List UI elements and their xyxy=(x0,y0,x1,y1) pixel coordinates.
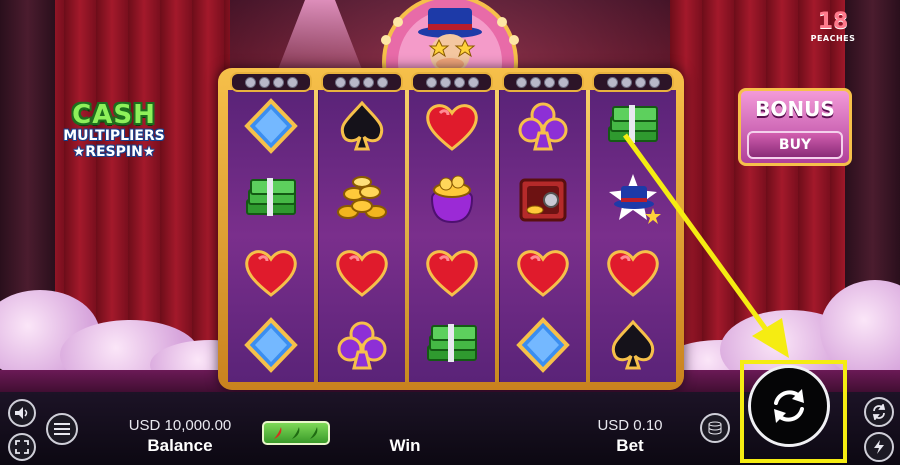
reel-light xyxy=(516,76,527,88)
logo-line-2: MULTIPLIERS xyxy=(63,128,165,144)
reel-light xyxy=(606,76,618,88)
reel-light xyxy=(439,76,451,88)
reel-cap xyxy=(411,72,493,92)
reel-light xyxy=(453,76,465,88)
diamond-symbol xyxy=(239,96,303,156)
reel-light xyxy=(258,76,270,88)
reel-light xyxy=(530,76,541,88)
cash-stack-symbol xyxy=(601,96,665,156)
reel-cap xyxy=(230,72,312,92)
spade-symbol xyxy=(330,96,394,156)
reel-divider xyxy=(495,90,499,382)
reel-divider xyxy=(404,90,409,382)
coin-bag-symbol xyxy=(420,169,484,229)
heart-symbol xyxy=(601,242,665,302)
provider-logo: 18 PEACHES xyxy=(806,10,860,54)
lightning-icon[interactable] xyxy=(864,432,894,462)
reel-cap xyxy=(592,72,674,92)
balance-label: Balance xyxy=(147,436,213,455)
coin-stack-icon[interactable] xyxy=(700,413,730,443)
win-label: Win xyxy=(389,436,421,455)
cash-stack-symbol xyxy=(239,169,303,229)
reel-grid xyxy=(228,72,676,382)
bet-value: USD 0.10 xyxy=(597,417,663,434)
heart-symbol xyxy=(330,242,394,302)
heart-symbol xyxy=(239,242,303,302)
reel-light xyxy=(634,76,646,88)
game-stage: CASH MULTIPLIERS ★RESPIN★ 18 PEACHES BON… xyxy=(0,0,900,465)
logo-line-1: CASH xyxy=(72,100,156,130)
cash-stack-symbol xyxy=(420,315,484,375)
reel-light xyxy=(558,76,569,88)
bet-label: Bet xyxy=(616,436,644,455)
reel-light xyxy=(425,76,437,88)
reel-light xyxy=(620,76,632,88)
reel-divider xyxy=(314,90,318,382)
mascot-magician xyxy=(381,0,519,70)
reel-light xyxy=(286,76,298,88)
bonus-title: BONUS xyxy=(755,97,835,121)
club-symbol xyxy=(330,315,394,375)
club-symbol xyxy=(511,96,575,156)
spade-symbol xyxy=(601,315,665,375)
heart-symbol xyxy=(511,242,575,302)
reel-frame xyxy=(218,68,684,390)
reel-light xyxy=(335,76,346,88)
heart-symbol xyxy=(420,242,484,302)
balance-value: USD 10,000.00 xyxy=(128,417,232,434)
reel-cap xyxy=(501,72,584,92)
speaker-icon[interactable] xyxy=(8,399,36,427)
feature-pill xyxy=(262,421,330,445)
reel-cap xyxy=(320,72,403,92)
heart-symbol xyxy=(420,96,484,156)
menu-icon[interactable] xyxy=(46,413,78,445)
magic-hat-symbol xyxy=(601,169,665,229)
reel-light xyxy=(377,76,388,88)
chili-icon xyxy=(274,427,282,439)
provider-name: PEACHES xyxy=(810,34,856,43)
logo-line-3: ★RESPIN★ xyxy=(72,144,156,160)
diamond-symbol xyxy=(239,315,303,375)
reel-light xyxy=(544,76,555,88)
reel-light xyxy=(467,76,479,88)
reel-light xyxy=(363,76,374,88)
gold-coins-symbol xyxy=(330,169,394,229)
chili-icon xyxy=(310,427,318,439)
chili-icon xyxy=(292,427,300,439)
game-logo: CASH MULTIPLIERS ★RESPIN★ xyxy=(44,100,184,164)
safe-symbol xyxy=(511,169,575,229)
spin-highlight-box xyxy=(740,360,847,463)
diamond-symbol xyxy=(511,315,575,375)
reel-light xyxy=(349,76,360,88)
provider-number: 18 xyxy=(817,9,849,34)
bonus-buy-button[interactable]: BUY xyxy=(747,131,843,159)
reel-divider xyxy=(585,90,590,382)
fullscreen-icon[interactable] xyxy=(8,433,36,461)
reel-light xyxy=(648,76,660,88)
bonus-buy-panel: BONUS BUY xyxy=(738,88,852,166)
autoplay-icon[interactable] xyxy=(864,397,894,427)
reel-light xyxy=(272,76,284,88)
reel-light xyxy=(244,76,256,88)
